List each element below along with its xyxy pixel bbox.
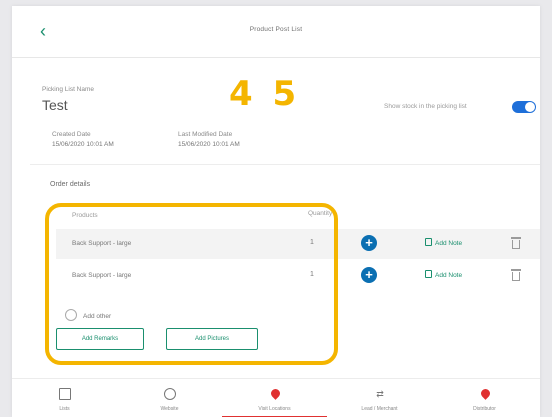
nav-label: Lead / Merchant [361, 406, 398, 412]
add-note-button[interactable]: Add Note [425, 238, 462, 247]
header: ‹ Product Post List [12, 6, 540, 58]
add-note-label: Add Note [435, 272, 463, 279]
nav-item-distributor[interactable]: Distributor [432, 379, 537, 417]
modified-date-label: Last Modified Date [178, 131, 233, 138]
divider [30, 164, 540, 165]
location-pin-icon [269, 387, 282, 400]
toggle-knob [525, 102, 535, 112]
location-pin-icon [479, 387, 492, 400]
nav-item-visit-locations[interactable]: Visit Locations [222, 379, 327, 417]
plus-icon[interactable]: + [361, 267, 377, 283]
show-stock-label: Show stock in the picking list [384, 103, 467, 110]
globe-icon [164, 388, 176, 400]
nav-label: Lists [59, 406, 70, 412]
picklist-name-label: Picking List Name [42, 86, 95, 93]
add-note-label: Add Note [435, 240, 463, 247]
note-icon [425, 270, 432, 278]
nav-item-website[interactable]: Website [117, 379, 222, 417]
app-screen: ‹ Product Post List Picking List Name Te… [12, 6, 540, 417]
order-details-title: Order details [50, 181, 91, 188]
created-date-label: Created Date [52, 131, 91, 138]
trash-icon[interactable] [511, 269, 521, 281]
note-icon [425, 238, 432, 246]
modified-date-value: 15/06/2020 10:01 AM [178, 141, 240, 148]
home-icon [59, 388, 71, 400]
created-date-value: 15/06/2020 10:01 AM [52, 141, 114, 148]
highlight-annotation [45, 203, 338, 365]
plus-icon[interactable]: + [361, 235, 377, 251]
show-stock-toggle[interactable] [512, 101, 536, 113]
bottom-nav: Lists Website Visit Locations ⇄ Lead / M… [12, 378, 540, 417]
picklist-name-value: Test [42, 97, 68, 113]
nav-label: Website [160, 406, 179, 412]
nav-label: Distributor [473, 406, 496, 412]
add-note-button[interactable]: Add Note [425, 270, 462, 279]
swap-icon: ⇄ [376, 389, 384, 399]
nav-label: Visit Locations [258, 406, 291, 412]
trash-icon[interactable] [511, 237, 521, 249]
step-marker: 4 5 [229, 74, 301, 114]
nav-item-lists[interactable]: Lists [12, 379, 117, 417]
page-title: Product Post List [249, 26, 303, 33]
nav-item-lead-merchant[interactable]: ⇄ Lead / Merchant [327, 379, 432, 417]
